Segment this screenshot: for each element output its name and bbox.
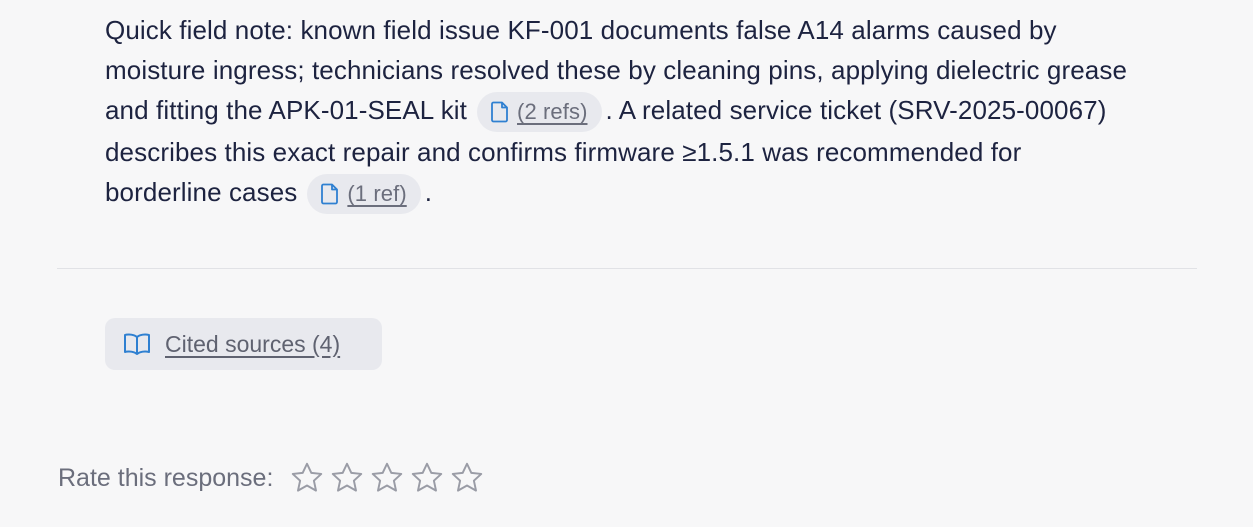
star-4-icon[interactable] [409,460,445,496]
document-icon [491,101,508,123]
cited-sources-button[interactable]: Cited sources (4) [105,318,382,370]
book-icon [124,333,150,355]
star-5-icon[interactable] [449,460,485,496]
reference-chip-2[interactable]: (1 ref) [307,174,421,215]
reference-chip-label: (2 refs) [517,99,588,125]
response-panel: Quick field note: known field issue KF-0… [0,0,1253,527]
star-2-icon[interactable] [329,460,365,496]
star-3-icon[interactable] [369,460,405,496]
document-icon [321,183,339,205]
divider [57,268,1197,269]
rating-label: Rate this response: [58,463,274,492]
answer-paragraph: Quick field note: known field issue KF-0… [105,10,1145,215]
cited-sources-label: Cited sources (4) [165,330,341,357]
star-rating [289,460,485,496]
answer-text: Quick field note: known field issue KF-0… [105,10,1145,215]
star-1-icon[interactable] [289,460,325,496]
answer-part-3: . [424,177,433,208]
reference-chip-1[interactable]: (2 refs) [477,92,602,133]
reference-chip-label: (1 ref) [347,181,407,207]
rating-row: Rate this response: [58,458,485,498]
